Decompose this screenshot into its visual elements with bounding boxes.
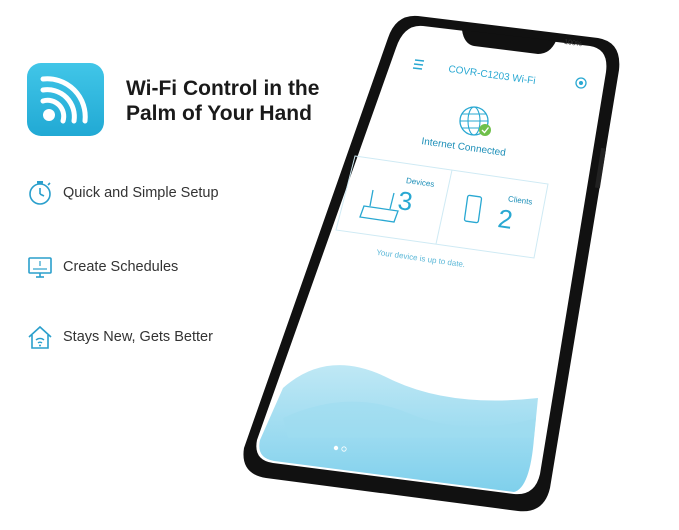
feature-quick-setup: Quick and Simple Setup xyxy=(27,180,219,206)
app-icon xyxy=(27,63,104,136)
stopwatch-icon xyxy=(29,181,51,205)
phone-mockup: 100% COVR-C1203 Wi-Fi Internet Connected… xyxy=(238,8,624,518)
feature-label: Create Schedules xyxy=(63,259,179,275)
feature-schedules: Create Schedules xyxy=(27,254,178,280)
monitor-schedule-icon xyxy=(28,257,52,278)
feature-stays-new: Stays New, Gets Better xyxy=(27,324,213,350)
wifi-signal-icon xyxy=(40,76,88,124)
feature-label: Quick and Simple Setup xyxy=(63,185,219,201)
feature-label: Stays New, Gets Better xyxy=(63,329,213,345)
home-wifi-icon xyxy=(28,325,52,349)
